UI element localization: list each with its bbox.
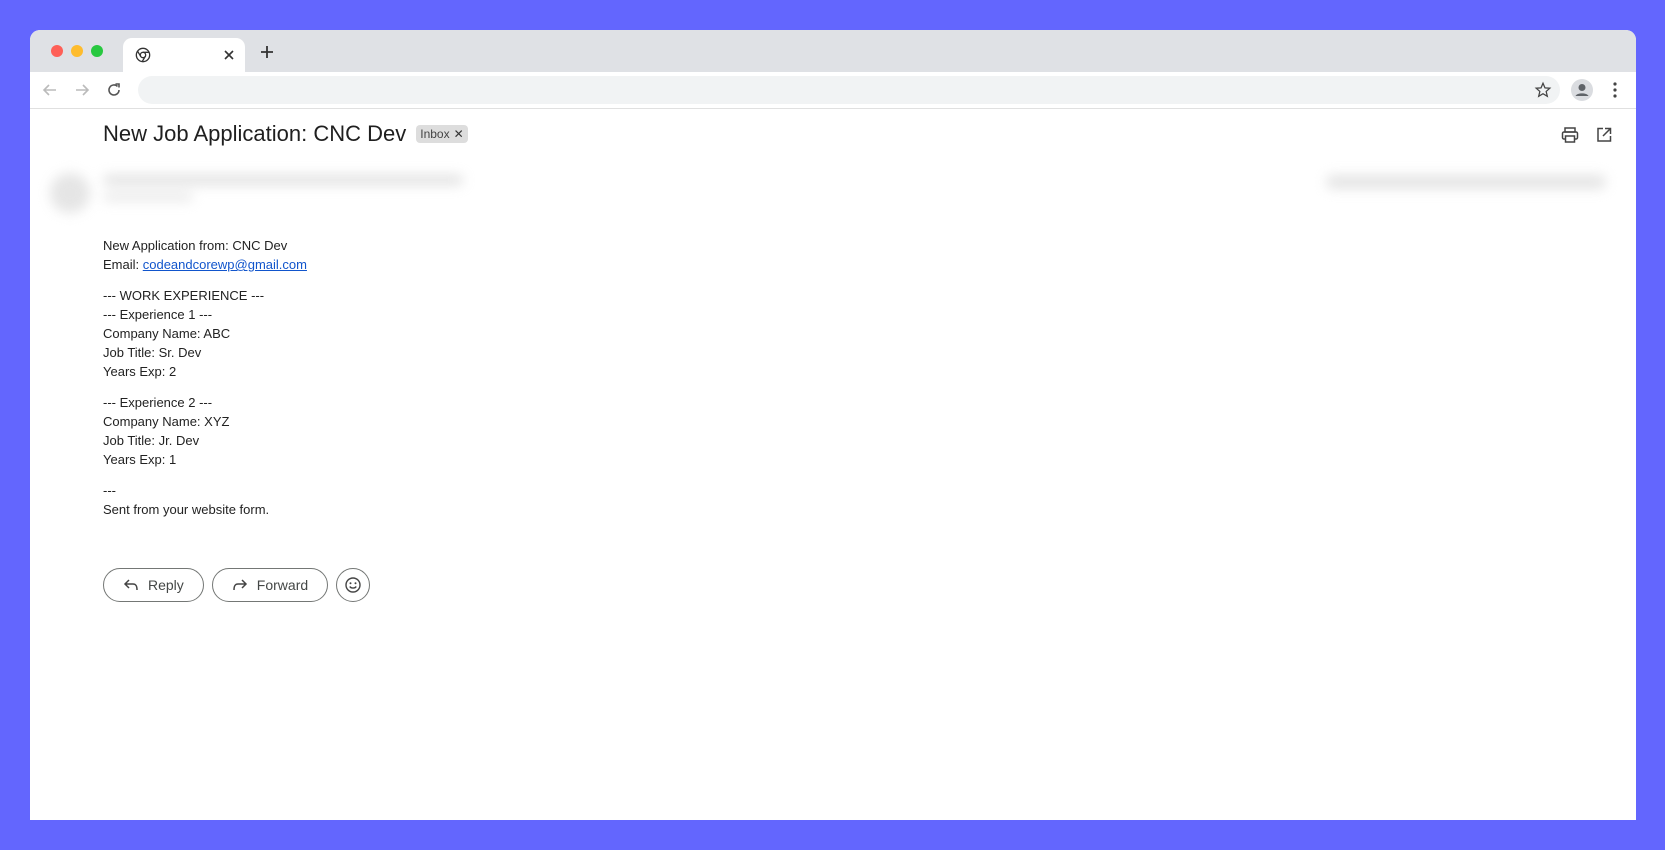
sender-avatar (50, 173, 90, 213)
experience-1-years: Years Exp: 2 (103, 364, 177, 379)
subject-row: New Job Application: CNC Dev Inbox ✕ (103, 121, 468, 147)
experience-2-years: Years Exp: 1 (103, 452, 177, 467)
email-top-actions (1560, 125, 1614, 145)
new-tab-icon[interactable] (258, 43, 276, 61)
browser-toolbar (30, 72, 1636, 109)
reply-actions: Reply Forward (103, 568, 371, 602)
blurred-sender-header (30, 161, 1636, 225)
more-vert-icon[interactable] (1605, 80, 1625, 100)
address-bar[interactable] (138, 76, 1560, 104)
maximize-window-button[interactable] (91, 45, 103, 57)
experience-2-paragraph: --- Experience 2 --- Company Name: XYZ J… (103, 393, 307, 469)
reply-label: Reply (148, 577, 184, 593)
close-window-button[interactable] (51, 45, 63, 57)
smiley-icon (345, 577, 361, 593)
email-address-link[interactable]: codeandcorewp@gmail.com (143, 257, 307, 272)
reply-button[interactable]: Reply (103, 568, 204, 602)
forward-button[interactable]: Forward (211, 568, 329, 602)
inbox-label-chip[interactable]: Inbox ✕ (416, 125, 468, 143)
profile-icon[interactable] (1570, 78, 1594, 102)
label-chip-text: Inbox (420, 127, 450, 141)
footer-separator: --- (103, 483, 116, 498)
close-tab-icon[interactable] (221, 47, 237, 63)
emoji-reaction-button[interactable] (336, 568, 371, 602)
sender-info-blurred (103, 175, 463, 185)
footer-paragraph: --- Sent from your website form. (103, 481, 307, 519)
sent-from-line: Sent from your website form. (103, 502, 270, 517)
forward-label: Forward (256, 577, 309, 593)
experience-1-job-title: Job Title: Sr. Dev (103, 345, 202, 360)
experience-1-paragraph: --- WORK EXPERIENCE --- --- Experience 1… (103, 286, 307, 381)
intro-paragraph: New Application from: CNC Dev Email: cod… (103, 236, 307, 274)
work-experience-heading: --- WORK EXPERIENCE --- (103, 288, 265, 303)
from-line: New Application from: CNC Dev (103, 238, 288, 253)
forward-arrow-icon[interactable] (72, 80, 92, 100)
browser-window: New Job Application: CNC Dev Inbox ✕ New… (30, 30, 1636, 820)
tab-strip (30, 30, 1636, 72)
minimize-window-button[interactable] (71, 45, 83, 57)
experience-2-job-title: Job Title: Jr. Dev (103, 433, 200, 448)
email-prefix: Email: (103, 257, 143, 272)
forward-icon (233, 579, 247, 591)
email-body: New Application from: CNC Dev Email: cod… (103, 236, 307, 531)
recipient-info-blurred (103, 193, 193, 201)
back-arrow-icon[interactable] (40, 80, 60, 100)
remove-label-icon[interactable]: ✕ (454, 127, 464, 141)
open-in-new-window-icon[interactable] (1594, 125, 1614, 145)
experience-1-company: Company Name: ABC (103, 326, 231, 341)
chrome-icon (135, 47, 151, 63)
browser-tab[interactable] (123, 38, 245, 72)
star-icon[interactable] (1534, 81, 1552, 99)
print-icon[interactable] (1560, 125, 1580, 145)
date-info-blurred (1326, 175, 1606, 189)
email-view: New Job Application: CNC Dev Inbox ✕ New… (30, 109, 1636, 820)
experience-1-heading: --- Experience 1 --- (103, 307, 213, 322)
reply-icon (123, 579, 138, 591)
experience-2-heading: --- Experience 2 --- (103, 395, 213, 410)
email-subject: New Job Application: CNC Dev (103, 121, 407, 146)
experience-2-company: Company Name: XYZ (103, 414, 230, 429)
reload-icon[interactable] (104, 80, 124, 100)
email-line: Email: codeandcorewp@gmail.com (103, 255, 307, 274)
